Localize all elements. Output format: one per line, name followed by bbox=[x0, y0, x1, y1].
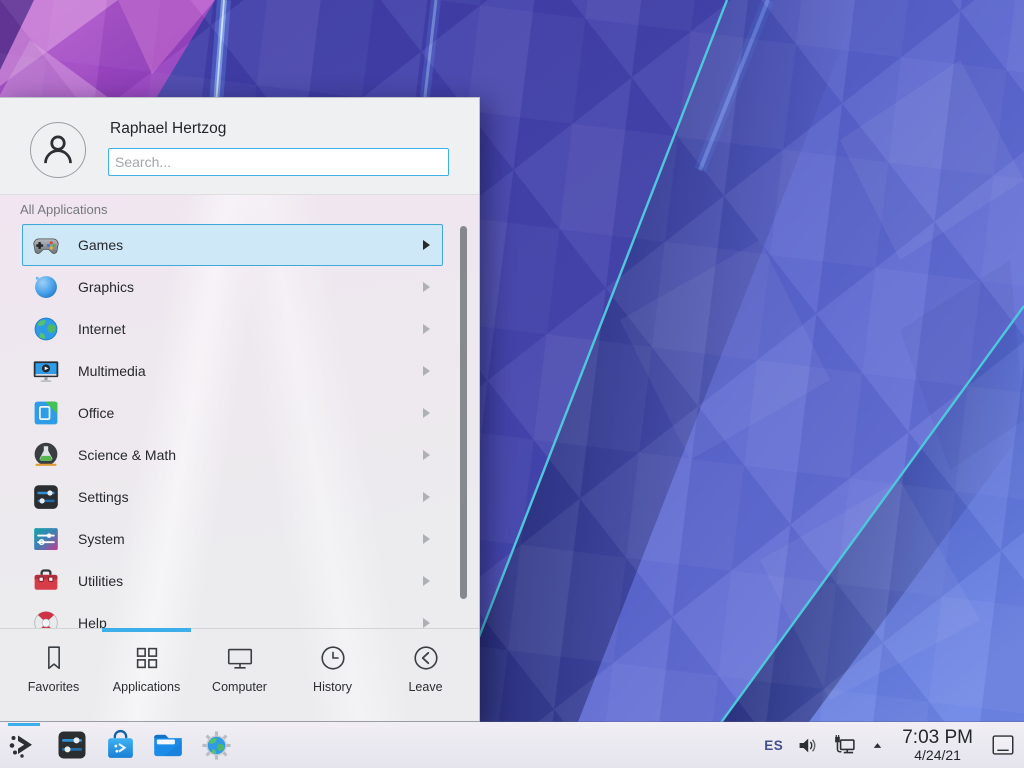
submenu-arrow-icon bbox=[423, 492, 430, 502]
tab-favorites[interactable]: Favorites bbox=[7, 629, 100, 721]
help-icon bbox=[32, 609, 60, 628]
menu-item-science-math[interactable]: Science & Math bbox=[22, 434, 443, 476]
clock-date: 4/24/21 bbox=[902, 748, 973, 762]
system-icon bbox=[32, 525, 60, 553]
tab-label: Applications bbox=[113, 680, 180, 694]
submenu-arrow-icon bbox=[423, 366, 430, 376]
application-launcher-popup: Raphael Hertzog All Applications Games G… bbox=[0, 97, 480, 722]
tab-history[interactable]: History bbox=[286, 629, 379, 721]
tab-label: Favorites bbox=[28, 680, 79, 694]
menu-item-graphics[interactable]: Graphics bbox=[22, 266, 443, 308]
settings-icon bbox=[32, 483, 60, 511]
menu-item-label: Internet bbox=[78, 321, 125, 337]
web-browser-button[interactable] bbox=[198, 723, 234, 767]
discover-button[interactable] bbox=[102, 723, 138, 767]
keyboard-layout-indicator[interactable]: ES bbox=[764, 738, 783, 753]
history-clock-icon bbox=[318, 643, 348, 673]
tab-computer[interactable]: Computer bbox=[193, 629, 286, 721]
application-launcher-button[interactable] bbox=[6, 723, 42, 767]
games-icon bbox=[32, 231, 60, 259]
utilities-icon bbox=[32, 567, 60, 595]
favorites-icon bbox=[39, 643, 69, 673]
menu-item-label: Office bbox=[78, 405, 114, 421]
tab-label: Leave bbox=[408, 680, 442, 694]
network-icon[interactable] bbox=[832, 733, 857, 758]
volume-icon[interactable] bbox=[796, 734, 819, 757]
launcher-body: All Applications Games Graphics Internet… bbox=[0, 195, 479, 721]
folder-icon bbox=[151, 728, 185, 762]
launcher-tab-bar: Favorites Applications Computer History bbox=[0, 628, 479, 721]
tab-leave[interactable]: Leave bbox=[379, 629, 472, 721]
tab-label: History bbox=[313, 680, 352, 694]
discover-bag-icon bbox=[104, 729, 137, 762]
menu-item-label: System bbox=[78, 531, 125, 547]
menu-item-help[interactable]: Help bbox=[22, 602, 443, 628]
system-settings-icon bbox=[56, 729, 88, 761]
menu-item-utilities[interactable]: Utilities bbox=[22, 560, 443, 602]
tab-label: Computer bbox=[212, 680, 267, 694]
file-manager-button[interactable] bbox=[150, 723, 186, 767]
menu-item-label: Settings bbox=[78, 489, 129, 505]
menu-item-label: Games bbox=[78, 237, 123, 253]
menu-item-label: Graphics bbox=[78, 279, 134, 295]
submenu-arrow-icon bbox=[423, 282, 430, 292]
submenu-arrow-icon bbox=[423, 534, 430, 544]
application-category-list: Games Graphics Internet Multimedia Offic bbox=[0, 224, 479, 628]
search-input[interactable] bbox=[108, 148, 449, 176]
menu-item-settings[interactable]: Settings bbox=[22, 476, 443, 518]
menu-item-system[interactable]: System bbox=[22, 518, 443, 560]
section-label: All Applications bbox=[20, 202, 107, 217]
show-desktop-button[interactable] bbox=[990, 732, 1016, 758]
user-avatar[interactable] bbox=[30, 122, 86, 178]
kde-launcher-icon bbox=[8, 729, 40, 761]
taskbar-panel: ES 7:03 PM 4/24/21 bbox=[0, 722, 1024, 768]
digital-clock[interactable]: 7:03 PM 4/24/21 bbox=[898, 728, 977, 762]
submenu-arrow-icon bbox=[423, 450, 430, 460]
computer-icon bbox=[225, 643, 255, 673]
menu-item-label: Help bbox=[78, 615, 107, 628]
submenu-arrow-icon bbox=[423, 240, 430, 250]
menu-item-multimedia[interactable]: Multimedia bbox=[22, 350, 443, 392]
menu-item-office[interactable]: Office bbox=[22, 392, 443, 434]
multimedia-icon bbox=[32, 357, 60, 385]
menu-item-label: Utilities bbox=[78, 573, 123, 589]
list-scrollbar[interactable] bbox=[460, 226, 467, 599]
menu-item-games[interactable]: Games bbox=[22, 224, 443, 266]
tab-applications[interactable]: Applications bbox=[100, 629, 193, 721]
submenu-arrow-icon bbox=[423, 408, 430, 418]
menu-item-label: Multimedia bbox=[78, 363, 146, 379]
active-tab-indicator bbox=[102, 628, 191, 632]
graphics-icon bbox=[32, 273, 60, 301]
menu-item-label: Science & Math bbox=[78, 447, 176, 463]
active-launcher-indicator bbox=[8, 723, 40, 726]
leave-icon bbox=[411, 643, 441, 673]
applications-grid-icon bbox=[132, 643, 162, 673]
tray-expand-arrow-icon[interactable] bbox=[870, 738, 885, 753]
office-icon bbox=[32, 399, 60, 427]
system-tray: ES 7:03 PM 4/24/21 bbox=[764, 722, 1024, 768]
launcher-header: Raphael Hertzog bbox=[0, 98, 479, 195]
submenu-arrow-icon bbox=[423, 576, 430, 586]
submenu-arrow-icon bbox=[423, 324, 430, 334]
taskbar-launchers bbox=[0, 722, 234, 768]
clock-time: 7:03 PM bbox=[902, 728, 973, 748]
system-settings-button[interactable] bbox=[54, 723, 90, 767]
user-icon bbox=[38, 130, 78, 170]
science-icon bbox=[32, 441, 60, 469]
submenu-arrow-icon bbox=[423, 618, 430, 628]
menu-item-internet[interactable]: Internet bbox=[22, 308, 443, 350]
user-name: Raphael Hertzog bbox=[110, 120, 226, 138]
globe-gear-icon bbox=[201, 730, 232, 761]
internet-icon bbox=[32, 315, 60, 343]
